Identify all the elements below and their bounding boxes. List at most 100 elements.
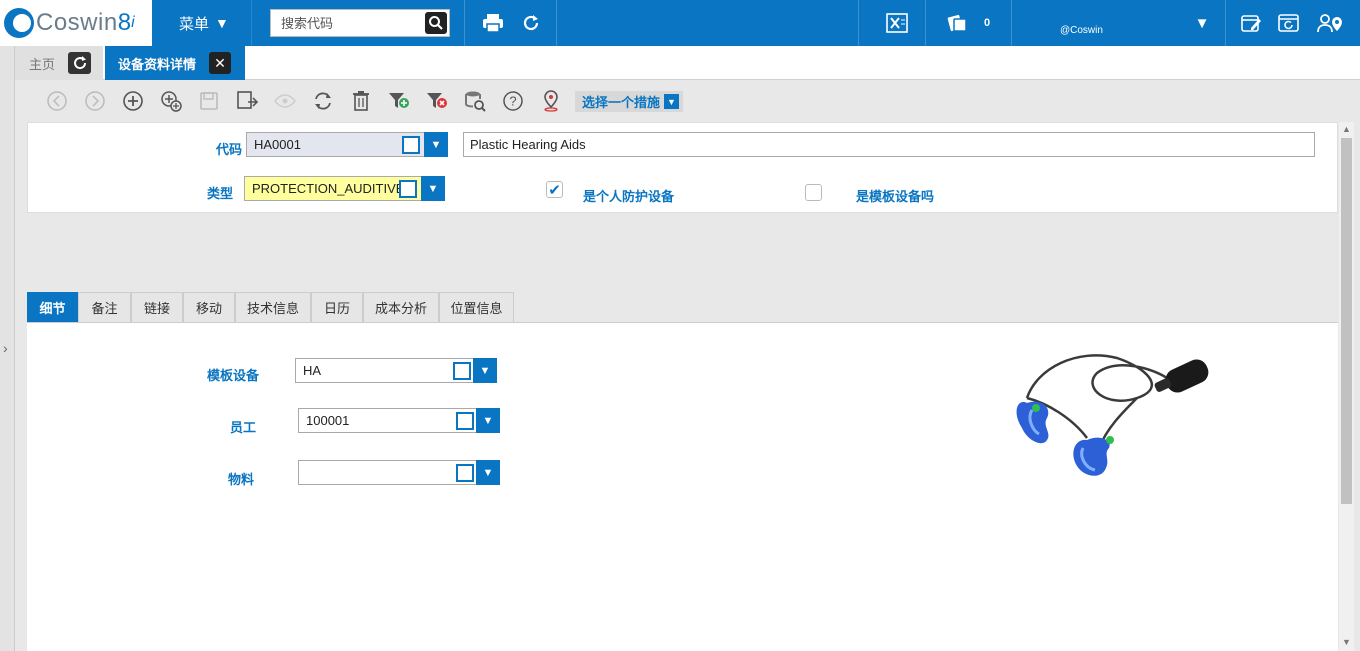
sync-window-icon[interactable]	[1276, 0, 1302, 46]
tab-movements[interactable]: 移动	[183, 292, 235, 323]
employee-label: 员工	[230, 420, 257, 435]
tab-notes[interactable]: 备注	[78, 292, 131, 323]
tab-calendar[interactable]: 日历	[311, 292, 363, 323]
dropdown-icon[interactable]: ▼	[424, 132, 448, 157]
open-link-icon[interactable]	[456, 412, 474, 430]
save-and-exit-icon[interactable]	[235, 89, 259, 113]
refresh-icon[interactable]	[518, 0, 544, 46]
material-label: 物料	[228, 472, 255, 487]
template-label: 是模板设备吗	[856, 189, 935, 204]
material-field[interactable]: ▼	[298, 460, 500, 485]
vertical-scrollbar[interactable]: ▲ ▼	[1339, 122, 1354, 651]
close-icon[interactable]: ✕	[209, 52, 231, 74]
open-link-icon[interactable]	[402, 136, 420, 154]
employee-field[interactable]: 100001 ▼	[298, 408, 500, 433]
database-search-icon[interactable]	[463, 89, 487, 113]
template-equipment-label: 模板设备	[207, 368, 260, 383]
next-record-icon[interactable]	[83, 89, 107, 113]
open-link-icon[interactable]	[399, 180, 417, 198]
notifications-icon[interactable]	[944, 0, 970, 46]
app-logo[interactable]: Coswin 8i	[0, 0, 152, 46]
employee-value: 100001	[306, 413, 350, 428]
search-icon[interactable]	[425, 12, 447, 34]
user-location-icon[interactable]	[1315, 0, 1345, 46]
code-label: 代码	[216, 142, 243, 157]
action-select-label: 选择一个措施	[582, 95, 661, 110]
page-tabs: 主页 设备资料详情 ✕	[15, 46, 1360, 80]
description-value: Plastic Hearing Aids	[470, 137, 586, 152]
print-icon[interactable]	[480, 0, 506, 46]
open-link-icon[interactable]	[456, 464, 474, 482]
side-panel-toggle[interactable]: ›	[0, 46, 15, 651]
open-link-icon[interactable]	[453, 362, 471, 380]
edit-note-icon[interactable]	[1239, 0, 1265, 46]
user-name[interactable]: @Coswin	[1060, 25, 1103, 36]
equipment-header-panel: 代码 HA0001 ▼ Plastic Hearing Aids 类型 PROT…	[27, 122, 1338, 213]
refresh-tab-icon[interactable]	[68, 52, 91, 74]
help-icon[interactable]: ?	[501, 89, 525, 113]
tab-links[interactable]: 链接	[131, 292, 183, 323]
add-filter-icon[interactable]	[387, 89, 411, 113]
dropdown-icon[interactable]: ▼	[421, 176, 445, 201]
code-field[interactable]: HA0001 ▼	[246, 132, 448, 157]
description-field[interactable]: Plastic Hearing Aids	[463, 132, 1315, 157]
logo-text: Coswin	[36, 9, 118, 36]
reload-icon[interactable]	[311, 89, 335, 113]
dropdown-icon[interactable]: ▼	[473, 358, 497, 383]
action-select[interactable]: 选择一个措施 ▼	[575, 91, 683, 112]
tab-home-label: 主页	[29, 56, 56, 72]
scroll-up-icon[interactable]: ▲	[1342, 124, 1351, 134]
details-panel: 模板设备 HA ▼ 员工 100001 ▼ 物料 ▼	[27, 322, 1338, 651]
separator	[464, 0, 465, 46]
code-value: HA0001	[254, 137, 301, 152]
scrollbar-thumb[interactable]	[1341, 138, 1352, 504]
tab-cost-analysis[interactable]: 成本分析	[363, 292, 439, 323]
separator	[925, 0, 926, 46]
code-search	[270, 9, 450, 37]
previous-record-icon[interactable]	[45, 89, 69, 113]
clear-filter-icon[interactable]	[425, 89, 449, 113]
caret-down-icon: ▼	[215, 15, 229, 31]
logo-version: 8	[117, 9, 132, 36]
type-field[interactable]: PROTECTION_AUDITIVE ▼	[244, 176, 445, 201]
ppe-checkbox[interactable]: ✔	[546, 181, 563, 199]
separator	[1011, 0, 1012, 46]
equipment-photo	[1016, 354, 1209, 476]
type-label: 类型	[207, 186, 234, 201]
separator	[1225, 0, 1226, 46]
separator	[858, 0, 859, 46]
user-menu-caret-icon[interactable]: ▼	[1193, 0, 1211, 46]
chevron-right-icon: ›	[3, 340, 8, 356]
template-equipment-value: HA	[303, 363, 322, 378]
dropdown-icon[interactable]: ▼	[476, 460, 500, 485]
svg-text:?: ?	[509, 94, 516, 109]
code-search-input[interactable]	[271, 11, 423, 35]
tab-technical-info[interactable]: 技术信息	[235, 292, 311, 323]
view-icon[interactable]	[273, 89, 297, 113]
notification-count: 0	[983, 17, 991, 29]
tab-details[interactable]: 细节	[27, 292, 78, 323]
save-icon[interactable]	[197, 89, 221, 113]
tab-equipment-detail-label: 设备资料详情	[118, 56, 197, 72]
tab-location-info[interactable]: 位置信息	[439, 292, 514, 323]
top-bar: Coswin 8i 菜单 ▼ 0 @Coswin ▼	[0, 0, 1360, 46]
delete-icon[interactable]	[349, 89, 373, 113]
add-record-icon[interactable]	[121, 89, 145, 113]
separator	[556, 0, 557, 46]
main-menu-button[interactable]: 菜单 ▼	[152, 0, 252, 46]
location-pin-icon[interactable]	[539, 89, 563, 113]
duplicate-record-icon[interactable]	[159, 89, 183, 113]
dropdown-icon[interactable]: ▼	[476, 408, 500, 433]
type-value: PROTECTION_AUDITIVE	[252, 181, 405, 196]
tab-equipment-detail[interactable]: 设备资料详情 ✕	[105, 46, 245, 80]
ppe-label: 是个人防护设备	[583, 189, 675, 204]
excel-export-icon[interactable]	[884, 0, 910, 46]
tab-home[interactable]: 主页	[15, 46, 103, 80]
template-checkbox[interactable]	[805, 184, 822, 201]
caret-down-icon: ▼	[664, 94, 679, 109]
record-toolbar: ? 选择一个措施 ▼	[15, 80, 1360, 122]
logo-suffix: i	[131, 14, 135, 31]
template-equipment-field[interactable]: HA ▼	[295, 358, 497, 383]
scroll-down-icon[interactable]: ▼	[1342, 637, 1351, 647]
coswin-logo-icon	[4, 8, 34, 38]
